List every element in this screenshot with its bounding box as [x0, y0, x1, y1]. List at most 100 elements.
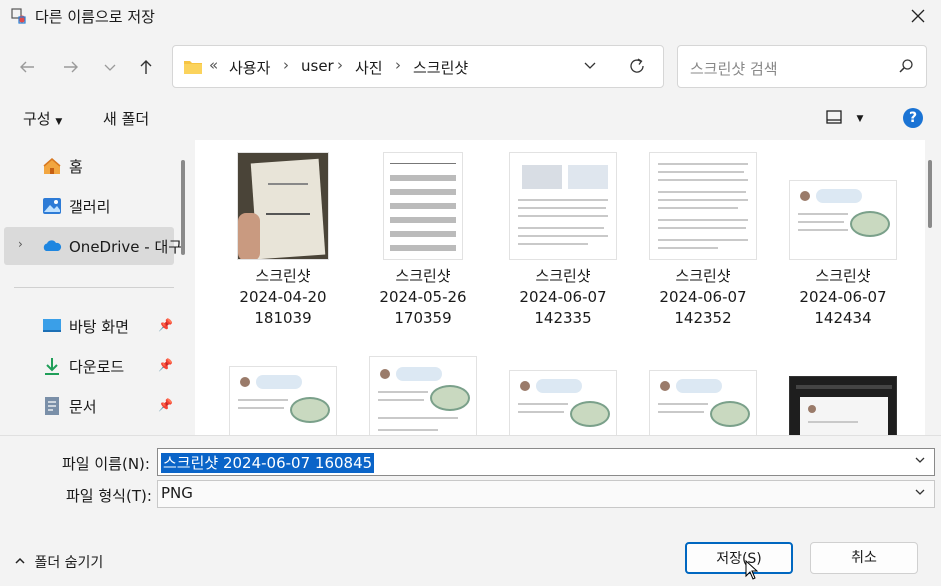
file-tile[interactable]: 스크린샷 2024-04-20 181039	[218, 152, 348, 329]
filename-value: 스크린샷 2024-06-07 160845	[161, 453, 375, 473]
close-icon	[911, 9, 925, 23]
folder-icon	[184, 61, 202, 74]
breadcrumb-user[interactable]: user	[301, 57, 334, 75]
arrow-right-icon	[64, 61, 78, 73]
file-date: 2024-06-07	[799, 288, 887, 306]
breadcrumb-separator-icon: ›	[337, 56, 343, 74]
filetype-select[interactable]: PNG	[157, 480, 935, 508]
download-icon	[45, 358, 59, 375]
pin-icon: 📌	[158, 358, 173, 372]
save-as-app-icon	[11, 8, 26, 24]
new-folder-button[interactable]: 새 폴더	[103, 108, 149, 129]
title-bar: 다른 이름으로 저장	[0, 0, 941, 32]
file-tile[interactable]	[778, 376, 908, 435]
breadcrumb-pictures[interactable]: 사진	[355, 57, 383, 78]
breadcrumb-screenshots[interactable]: 스크린샷	[413, 57, 468, 78]
breadcrumb-users[interactable]: 사용자	[229, 57, 270, 78]
file-list: 스크린샷 2024-04-20 181039 스크린샷 2024-05-26 1…	[195, 140, 925, 435]
help-button[interactable]: ?	[903, 108, 923, 128]
file-tile[interactable]	[498, 370, 628, 435]
file-thumbnail	[369, 356, 477, 435]
save-button[interactable]: 저장(S)	[685, 542, 793, 574]
nav-scrollbar[interactable]	[181, 160, 185, 255]
refresh-icon[interactable]	[628, 57, 646, 75]
file-thumbnail	[789, 376, 897, 435]
nav-item-desktop[interactable]: 바탕 화면 📌	[4, 307, 174, 345]
nav-label-documents: 문서	[69, 398, 97, 416]
file-thumbnail	[237, 152, 329, 260]
file-date: 2024-04-20	[239, 288, 327, 306]
file-thumbnail	[649, 370, 757, 435]
breadcrumb-separator-icon: ›	[395, 56, 401, 74]
forward-button[interactable]	[57, 53, 85, 81]
file-time: 170359	[394, 309, 452, 327]
file-tile[interactable]: 스크린샷 2024-06-07 142335	[498, 152, 628, 329]
file-tile[interactable]	[358, 356, 488, 435]
file-time: 181039	[254, 309, 312, 327]
nav-item-documents[interactable]: 문서 📌	[4, 387, 174, 425]
file-tile[interactable]: 스크린샷 2024-06-07 142434	[778, 152, 908, 329]
nav-label-onedrive: OneDrive - 대구	[69, 238, 183, 256]
cancel-button[interactable]: 취소	[810, 542, 918, 574]
file-time: 142434	[814, 309, 872, 327]
filename-label: 파일 이름(N):	[62, 455, 150, 473]
navigation-pane: 홈 갤러리 › OneDrive - 대구 바탕 화면 📌 다운로드 📌 문서 …	[0, 140, 192, 435]
file-name: 스크린샷	[255, 267, 311, 285]
chevron-down-icon	[104, 64, 116, 71]
arrow-left-icon	[20, 61, 34, 73]
mouse-cursor-icon	[745, 560, 759, 580]
caret-down-icon: ▼	[55, 117, 63, 127]
nav-item-gallery[interactable]: 갤러리	[4, 187, 174, 225]
file-tile[interactable]: 스크린샷 2024-06-07 142352	[638, 152, 768, 329]
chevron-down-icon[interactable]	[583, 58, 597, 72]
file-time: 142352	[674, 309, 732, 327]
view-layout-icon	[826, 110, 842, 124]
nav-label-downloads: 다운로드	[69, 358, 125, 376]
file-name: 스크린샷	[395, 267, 451, 285]
file-thumbnail	[649, 152, 757, 260]
back-button[interactable]	[13, 53, 41, 81]
file-thumbnail	[789, 180, 897, 260]
home-icon	[43, 158, 61, 174]
onedrive-icon	[43, 240, 62, 251]
file-thumbnail	[509, 152, 617, 260]
gallery-icon	[43, 198, 61, 214]
desktop-icon	[43, 319, 61, 332]
hide-folders-button[interactable]: 폴더 숨기기	[14, 552, 103, 572]
pin-icon: 📌	[158, 398, 173, 412]
file-list-scrollbar[interactable]	[928, 160, 932, 228]
breadcrumb-separator-icon: ›	[283, 56, 289, 74]
file-thumbnail	[509, 370, 617, 435]
caret-down-icon: ▼	[856, 114, 864, 124]
expand-chevron-icon[interactable]: ›	[18, 237, 23, 251]
recent-locations-button[interactable]	[96, 53, 124, 81]
chevron-down-icon[interactable]	[914, 454, 926, 466]
address-bar[interactable]: « 사용자 › user › 사진 › 스크린샷	[172, 45, 664, 88]
file-tile[interactable]	[218, 366, 348, 435]
file-tile[interactable]: 스크린샷 2024-05-26 170359	[358, 152, 488, 329]
nav-item-downloads[interactable]: 다운로드 📌	[4, 347, 174, 385]
nav-item-onedrive[interactable]: › OneDrive - 대구	[4, 227, 182, 265]
new-folder-label: 새 폴더	[103, 110, 150, 128]
nav-item-home[interactable]: 홈	[4, 147, 174, 185]
organize-label: 구성	[23, 110, 51, 128]
search-input[interactable]: 스크린샷 검색	[690, 58, 778, 79]
file-time: 142335	[534, 309, 592, 327]
close-button[interactable]	[895, 0, 941, 32]
chevron-down-icon[interactable]	[914, 486, 926, 498]
file-date: 2024-06-07	[659, 288, 747, 306]
up-button[interactable]	[132, 53, 160, 81]
file-name: 스크린샷	[535, 267, 591, 285]
search-box[interactable]: 스크린샷 검색	[677, 45, 927, 88]
view-options-button[interactable]: ▼	[826, 110, 863, 128]
chevron-up-icon	[15, 557, 25, 564]
nav-divider	[14, 287, 174, 288]
file-tile[interactable]	[638, 370, 768, 435]
filetype-label: 파일 형식(T):	[66, 487, 152, 505]
filename-input[interactable]: 스크린샷 2024-06-07 160845	[157, 448, 935, 476]
nav-label-gallery: 갤러리	[69, 198, 111, 216]
organize-button[interactable]: 구성 ▼	[23, 108, 62, 129]
pin-icon: 📌	[158, 318, 173, 332]
file-name: 스크린샷	[675, 267, 731, 285]
address-overflow[interactable]: «	[209, 56, 218, 74]
